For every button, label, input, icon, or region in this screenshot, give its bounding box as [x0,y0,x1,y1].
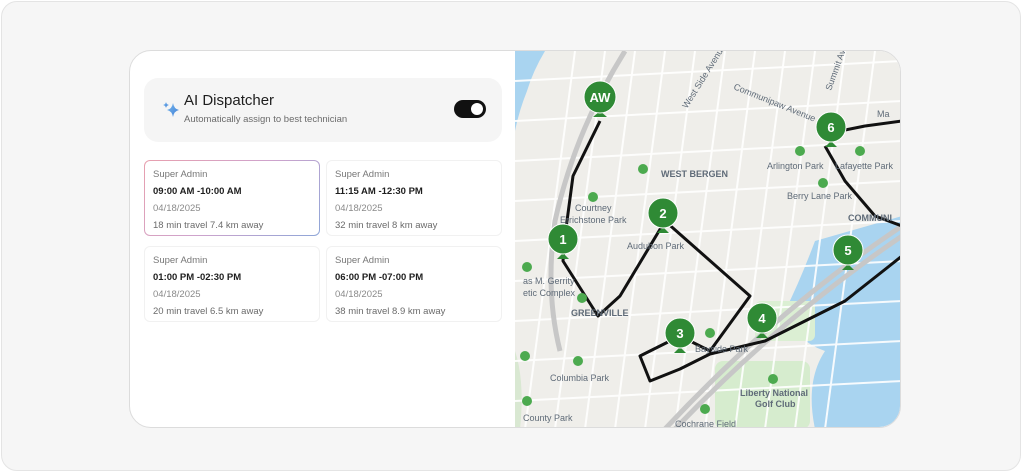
place-label: Bayside Park [695,344,749,354]
place-label: Golf Club [755,399,796,409]
screenshot-frame: AI Dispatcher Automatically assign to be… [1,1,1021,471]
ai-dispatcher-toggle[interactable] [454,100,486,118]
place-label: etic Complex [523,288,576,298]
marker-label: 4 [758,311,766,326]
time-slot-card[interactable]: Super Admin 09:00 AM -10:00 AM 04/18/202… [144,160,320,236]
park-pin-icon [577,293,587,303]
slot-date: 04/18/2025 [153,289,201,300]
park-pin-icon [795,146,805,156]
place-label: as M. Gerrity [523,276,575,286]
sparkle-icon [163,102,179,117]
place-label: County Park [523,413,573,423]
slot-technician: Super Admin [335,255,390,266]
place-label: Courtney [575,203,612,213]
marker-label: 2 [659,206,666,221]
scheduling-panel: AI Dispatcher Automatically assign to be… [130,51,515,427]
place-label: Arlington Park [767,161,824,171]
slot-date: 04/18/2025 [153,203,201,214]
dispatch-window: AI Dispatcher Automatically assign to be… [129,50,901,428]
slot-technician: Super Admin [153,169,208,180]
place-label: Errichstone Park [560,215,627,225]
slot-travel: 32 min travel 8 km away [335,220,438,231]
marker-label: AW [590,90,612,105]
time-slot-card[interactable]: Super Admin 11:15 AM -12:30 PM 04/18/202… [326,160,502,236]
place-label: GREENVILLE [571,308,629,318]
slot-time: 09:00 AM -10:00 AM [153,186,242,197]
park-pin-icon [573,356,583,366]
slot-date: 04/18/2025 [335,289,383,300]
slot-date: 04/18/2025 [335,203,383,214]
park-pin-icon [638,164,648,174]
map-canvas[interactable]: West Side Avenue Communipaw Avenue Summi… [515,51,901,428]
ai-dispatcher-card: AI Dispatcher Automatically assign to be… [144,78,502,142]
place-label: Berry Lane Park [787,191,853,201]
place-label: Ma [877,109,890,119]
place-label: Cochrane Field [675,419,736,428]
route-map[interactable]: West Side Avenue Communipaw Avenue Summi… [515,51,901,428]
park-pin-icon [818,178,828,188]
place-label: Lafayette Park [835,161,894,171]
slot-time: 01:00 PM -02:30 PM [153,272,242,283]
park-pin-icon [705,328,715,338]
slot-travel: 38 min travel 8.9 km away [335,306,446,317]
park-pin-icon [700,404,710,414]
place-label: Audubon Park [627,241,685,251]
slot-technician: Super Admin [335,169,390,180]
time-slot-card[interactable]: Super Admin 01:00 PM -02:30 PM 04/18/202… [144,246,320,322]
slot-travel: 20 min travel 6.5 km away [153,306,264,317]
park-pin-icon [855,146,865,156]
marker-label: 6 [827,120,834,135]
marker-label: 1 [559,232,566,247]
ai-dispatcher-subtitle: Automatically assign to best technician [184,114,348,125]
park-pin-icon [522,262,532,272]
park-pin-icon [520,351,530,361]
slot-travel: 18 min travel 7.4 km away [153,220,264,231]
time-slot-card[interactable]: Super Admin 06:00 PM -07:00 PM 04/18/202… [326,246,502,322]
slot-time: 11:15 AM -12:30 PM [335,186,423,197]
toggle-knob [471,103,483,115]
ai-dispatcher-title: AI Dispatcher [184,92,275,109]
marker-label: 5 [844,243,851,258]
place-label: Columbia Park [550,373,610,383]
place-label: COMMUNI [848,213,892,223]
place-label: WEST BERGEN [661,169,728,179]
slot-technician: Super Admin [153,255,208,266]
marker-label: 3 [676,326,683,341]
park-pin-icon [768,374,778,384]
park-pin-icon [522,396,532,406]
slot-time: 06:00 PM -07:00 PM [335,272,424,283]
place-label: Liberty National [740,388,808,398]
park-pin-icon [588,192,598,202]
